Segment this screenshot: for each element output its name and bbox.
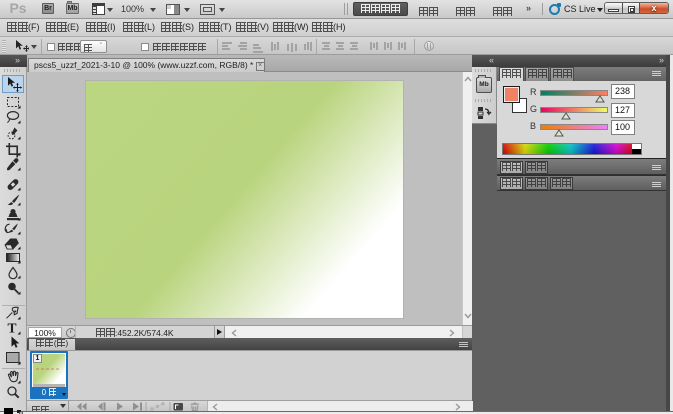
svg-text:T: T bbox=[8, 321, 17, 336]
